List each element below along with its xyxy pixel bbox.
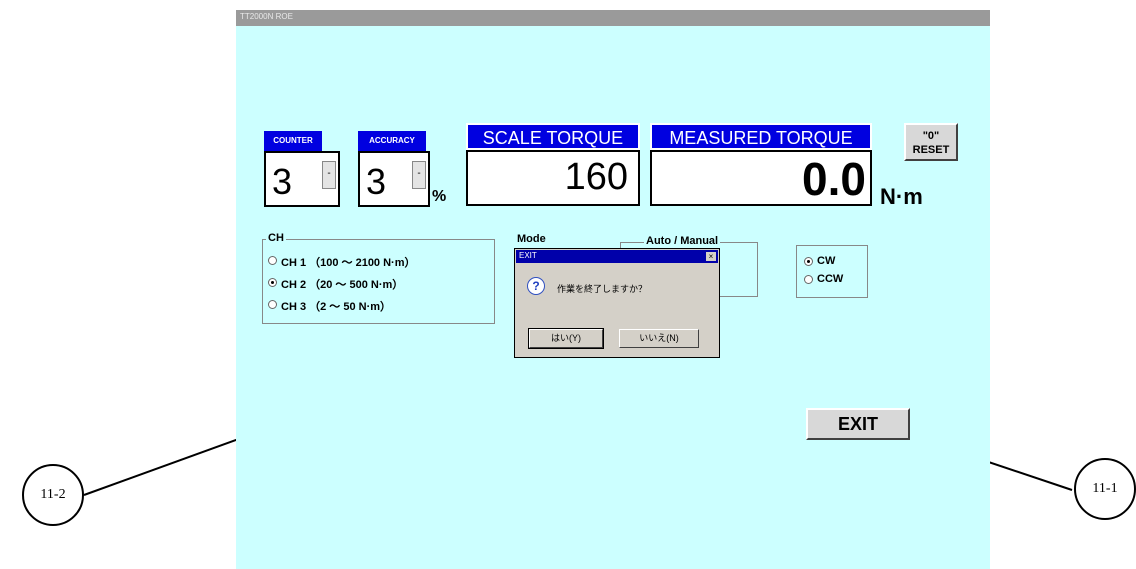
ch2-radio[interactable] [268, 278, 277, 287]
scale-torque-label: SCALE TORQUE [466, 123, 640, 150]
measured-torque-value: 0.0 [802, 153, 866, 205]
ch1-option[interactable]: CH 1 （100 ～ 2100 N·m） [268, 254, 488, 269]
dialog-message: 作業を終了しますか？ [557, 284, 648, 294]
counter-dropdown-arrow[interactable]: - [322, 161, 336, 189]
ch1-radio[interactable] [268, 256, 277, 265]
auto-manual-group-legend: Auto / Manual [644, 235, 721, 247]
ccw-label: CCW [817, 273, 844, 285]
accuracy-label: ACCURACY [358, 131, 426, 151]
accuracy-select[interactable]: 3 - [358, 151, 430, 207]
ch1-label: CH 1 （100 ～ 2100 N·m） [281, 257, 416, 269]
dialog-yes-button[interactable]: はい(Y) [528, 328, 604, 349]
scale-torque-display: 160 [466, 150, 640, 206]
counter-label: COUNTER [264, 131, 322, 151]
ch3-label: CH 3 （2 ～ 50 N·m） [281, 301, 392, 313]
window-title: TT2000N ROE [240, 12, 293, 21]
ch3-radio[interactable] [268, 300, 277, 309]
dialog-title: EXIT [519, 251, 537, 260]
mode-group-legend: Mode [515, 233, 548, 245]
dialog-no-button[interactable]: いいえ(N) [619, 329, 699, 348]
ccw-radio[interactable] [804, 275, 813, 284]
callout-11-1: 11-1 [1074, 458, 1136, 520]
measured-torque-label: MEASURED TORQUE [650, 123, 872, 150]
accuracy-value: 3 [366, 161, 387, 202]
callout-11-2: 11-2 [22, 464, 84, 526]
ch3-option[interactable]: CH 3 （2 ～ 50 N·m） [268, 298, 488, 313]
zero-reset-button[interactable]: "0" RESET [904, 123, 958, 161]
zero-reset-line2: RESET [912, 144, 950, 156]
app-window: TT2000N ROE COUNTER 3 - ACCURACY 3 - % S… [236, 10, 990, 569]
ch2-label: CH 2 （20 ～ 500 N·m） [281, 279, 404, 291]
ch2-option[interactable]: CH 2 （20 ～ 500 N·m） [268, 276, 488, 291]
scale-torque-value: 160 [564, 156, 628, 198]
measured-torque-display: 0.0 [650, 150, 872, 206]
window-titlebar: TT2000N ROE [236, 10, 990, 26]
question-icon: ? [527, 277, 545, 295]
cw-label: CW [817, 255, 836, 267]
counter-value: 3 [272, 161, 293, 202]
exit-confirm-dialog: EXIT × ? 作業を終了しますか？ はい(Y) いいえ(N) [514, 248, 720, 358]
channel-group-legend: CH [266, 232, 286, 244]
exit-button[interactable]: EXIT [806, 408, 910, 440]
accuracy-dropdown-arrow[interactable]: - [412, 161, 426, 189]
counter-select[interactable]: 3 - [264, 151, 340, 207]
cw-option[interactable]: CW [804, 255, 864, 269]
cw-radio[interactable] [804, 257, 813, 266]
zero-reset-line1: "0" [922, 130, 940, 142]
ccw-option[interactable]: CCW [804, 273, 864, 287]
direction-group [796, 245, 868, 298]
accuracy-unit: % [432, 188, 447, 205]
measured-torque-unit: N·m [880, 184, 923, 209]
dialog-close-icon[interactable]: × [706, 252, 716, 261]
dialog-titlebar: EXIT × [516, 250, 718, 263]
